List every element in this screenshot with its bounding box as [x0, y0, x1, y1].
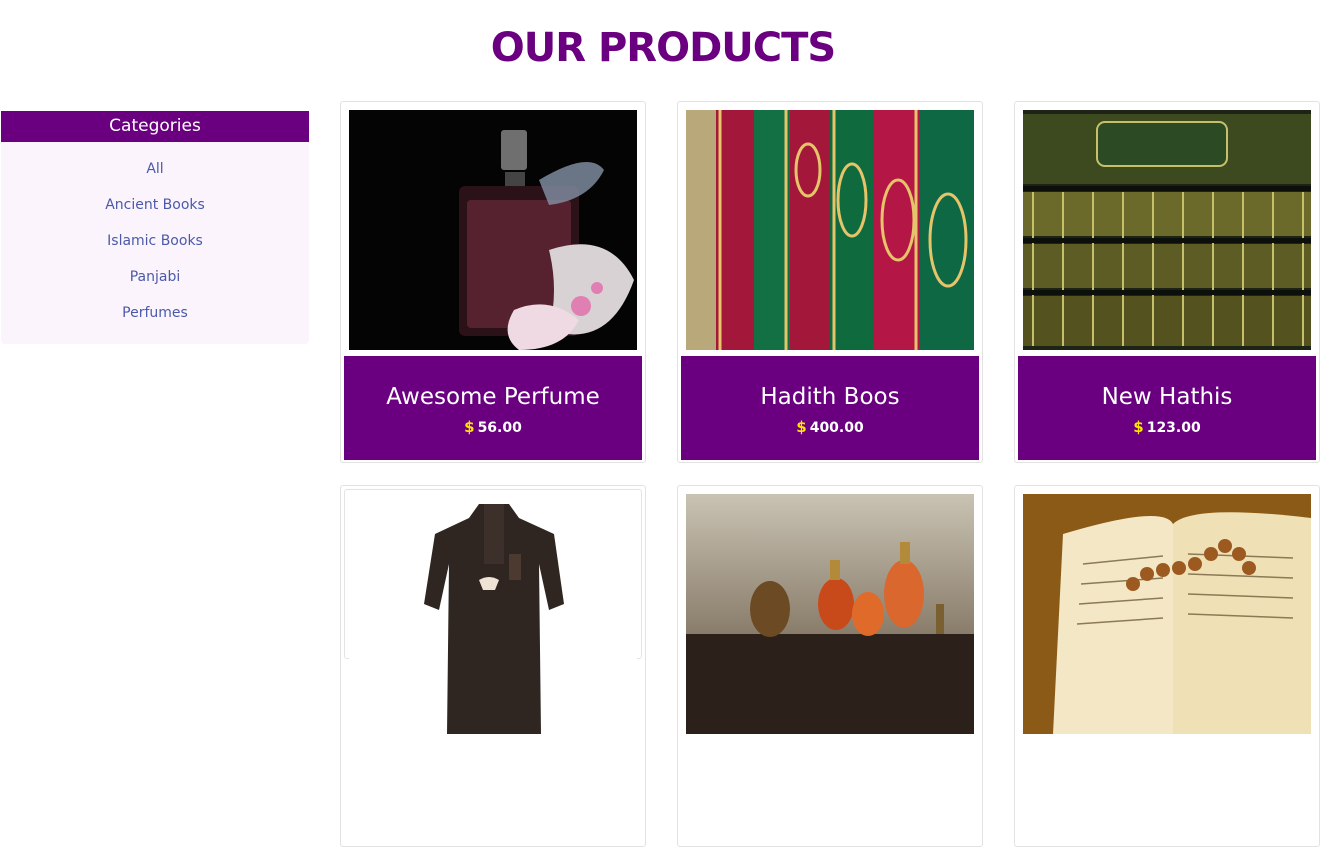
- product-name[interactable]: Awesome Perfume: [344, 380, 642, 414]
- category-list: All Ancient Books Islamic Books Panjabi …: [1, 142, 309, 341]
- page-title: OUR PRODUCTS: [490, 25, 836, 71]
- open-quran-image[interactable]: [1023, 494, 1311, 734]
- product-price: $123.00: [1018, 418, 1316, 436]
- price-value: 400.00: [809, 420, 864, 436]
- product-name[interactable]: Hadith Boos: [681, 380, 979, 414]
- price-value: 123.00: [1146, 420, 1201, 436]
- price-value: 56.00: [477, 420, 522, 436]
- product-info: New Hathis $123.00: [1018, 356, 1316, 460]
- perfume-bottles-image[interactable]: [686, 494, 974, 734]
- product-card[interactable]: Hadith Boos $400.00: [677, 101, 983, 463]
- product-info: Hadith Boos $400.00: [681, 356, 979, 460]
- category-item-ancient-books[interactable]: Ancient Books: [1, 197, 309, 233]
- category-item-islamic-books[interactable]: Islamic Books: [1, 233, 309, 269]
- product-card[interactable]: [1014, 485, 1320, 847]
- panjabi-garment-image[interactable]: [349, 494, 637, 734]
- product-info: Awesome Perfume $56.00: [344, 356, 642, 460]
- product-card[interactable]: [340, 485, 646, 847]
- perfume-bottle-image[interactable]: [349, 110, 637, 350]
- product-card[interactable]: New Hathis $123.00: [1014, 101, 1320, 463]
- currency-symbol: $: [796, 418, 807, 436]
- category-item-perfumes[interactable]: Perfumes: [1, 305, 309, 341]
- bookshelf-image[interactable]: [1023, 110, 1311, 350]
- product-price: $400.00: [681, 418, 979, 436]
- category-item-panjabi[interactable]: Panjabi: [1, 269, 309, 305]
- product-price: $56.00: [344, 418, 642, 436]
- product-card[interactable]: Awesome Perfume $56.00: [340, 101, 646, 463]
- categories-header: Categories: [1, 111, 309, 142]
- hadith-books-image[interactable]: [686, 110, 974, 350]
- product-name[interactable]: New Hathis: [1018, 380, 1316, 414]
- product-card[interactable]: [677, 485, 983, 847]
- currency-symbol: $: [1133, 418, 1144, 436]
- categories-sidebar: Categories All Ancient Books Islamic Boo…: [1, 111, 309, 344]
- category-item-all[interactable]: All: [1, 161, 309, 197]
- currency-symbol: $: [464, 418, 475, 436]
